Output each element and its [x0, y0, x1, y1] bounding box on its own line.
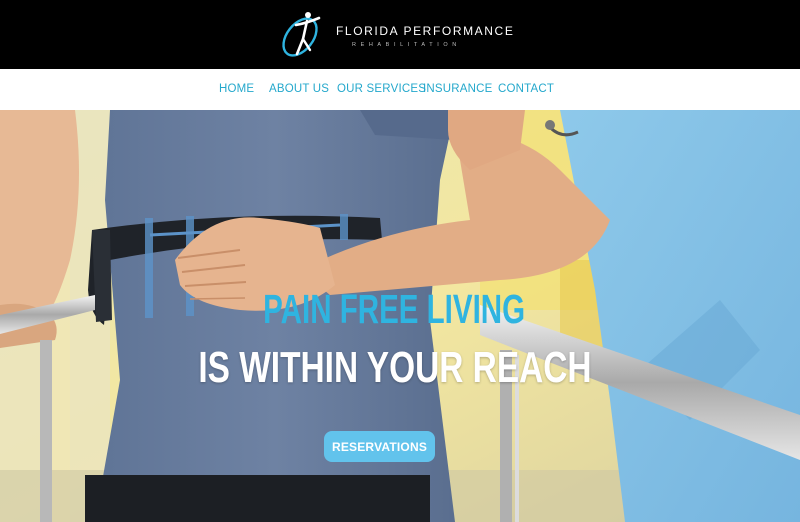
nav-item-home[interactable]: HOME [219, 83, 254, 95]
nav-item-about-us[interactable]: ABOUT US [269, 83, 329, 95]
hero-banner: PAIN FREE LIVING IS WITHIN YOUR REACH RE… [0, 110, 800, 522]
nav-item-our-services[interactable]: OUR SERVICES [337, 83, 426, 95]
main-nav: HOME ABOUT US OUR SERVICES INSURANCE CON… [0, 69, 800, 110]
brand-name: FLORIDA PERFORMANCE [336, 24, 515, 38]
brand-tagline: REHABILITATION [352, 42, 461, 48]
hero-headline-line-2: IS WITHIN YOUR REACH [198, 343, 592, 392]
nav-item-insurance[interactable]: INSURANCE [423, 83, 493, 95]
site-header: FLORIDA PERFORMANCE REHABILITATION [0, 0, 800, 69]
hero-headline-line-1: PAIN FREE LIVING [263, 286, 526, 332]
reservations-button[interactable]: RESERVATIONS [324, 431, 435, 462]
figure-swoosh-icon [282, 12, 321, 57]
brand-logo[interactable]: FLORIDA PERFORMANCE REHABILITATION [274, 4, 514, 64]
nav-item-contact[interactable]: CONTACT [498, 83, 554, 95]
